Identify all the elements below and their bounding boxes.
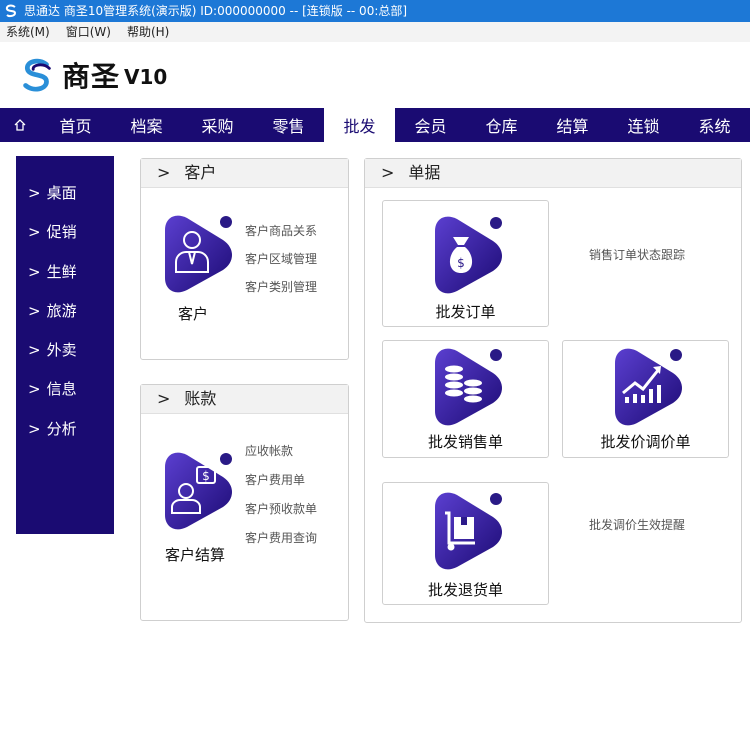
customer-expense-link[interactable]: 客户费用单	[245, 471, 305, 488]
panel-title: 账款	[184, 389, 217, 408]
menu-system[interactable]: 系统(M)	[6, 22, 50, 42]
panel-title: 客户	[184, 163, 217, 182]
sidebar-item-label: 分析	[46, 419, 77, 438]
tab-home[interactable]: 首页	[40, 108, 111, 142]
wholesale-sales-card[interactable]: 批发销售单	[382, 340, 549, 458]
main-nav: 首页 档案 采购 零售 批发 会员 仓库 结算 连锁 系统	[0, 108, 750, 142]
customer-prepayment-link[interactable]: 客户预收款单	[245, 500, 317, 517]
brand-name: 商圣	[62, 60, 121, 93]
tab-system[interactable]: 系统	[679, 108, 750, 142]
sidebar-item-takeout[interactable]: > 外卖	[16, 331, 114, 370]
brand-logo-icon	[23, 58, 51, 92]
brand-version: V10	[124, 65, 168, 89]
window-titlebar: 思通达 商圣10管理系统(演示版) ID:000000000 -- [连锁版 -…	[0, 0, 750, 22]
customer-goods-relation-link[interactable]: 客户商品关系	[245, 222, 317, 239]
customer-settlement-icon[interactable]: $	[159, 451, 237, 531]
customer-settlement-label[interactable]: 客户结算	[155, 544, 235, 565]
window-title: 思通达 商圣10管理系统(演示版) ID:000000000 -- [连锁版 -…	[24, 4, 408, 18]
sidebar-item-travel[interactable]: > 旅游	[16, 292, 114, 331]
customer-icon[interactable]	[159, 214, 237, 294]
chevron-right-icon: >	[28, 341, 41, 360]
money-bag-icon: $	[435, 216, 502, 294]
tab-retail[interactable]: 零售	[253, 108, 324, 142]
chevron-right-icon: >	[28, 262, 41, 281]
chevron-right-icon: >	[157, 163, 171, 182]
tab-warehouse[interactable]: 仓库	[466, 108, 537, 142]
chevron-right-icon: >	[28, 223, 41, 242]
sidebar-item-label: 生鲜	[46, 262, 77, 281]
chevron-right-icon: >	[28, 380, 41, 399]
svg-text:$: $	[457, 256, 465, 270]
account-panel-header: > 账款	[141, 385, 348, 414]
documents-panel: > 单据 $ 批发订单 销售订单状态跟踪 批发销售单 批发价调价单 批发退货单 …	[364, 158, 742, 623]
customer-category-link[interactable]: 客户类别管理	[245, 278, 317, 295]
wholesale-sales-label: 批发销售单	[427, 433, 503, 451]
wholesale-order-card[interactable]: $ 批发订单	[382, 200, 549, 327]
wholesale-price-adjust-card[interactable]: 批发价调价单	[562, 340, 729, 458]
sidebar-item-label: 促销	[46, 223, 77, 242]
price-adjust-effective-note[interactable]: 批发调价生效提醒	[589, 516, 685, 533]
menu-help[interactable]: 帮助(H)	[127, 22, 169, 42]
wholesale-return-card[interactable]: 批发退货单	[382, 482, 549, 605]
trend-chart-icon	[615, 348, 682, 426]
wholesale-price-adjust-label: 批发价调价单	[600, 433, 691, 451]
customer-expense-query-link[interactable]: 客户费用查询	[245, 529, 317, 546]
hand-truck-icon	[435, 492, 502, 570]
menu-window[interactable]: 窗口(W)	[66, 22, 111, 42]
customer-panel-header: > 客户	[141, 159, 348, 188]
chevron-right-icon: >	[28, 419, 41, 438]
order-status-tracking-note[interactable]: 销售订单状态跟踪	[589, 246, 685, 263]
app-logo-icon	[5, 4, 17, 18]
tab-purchase[interactable]: 采购	[182, 108, 253, 142]
sidebar-item-label: 桌面	[46, 184, 77, 202]
customer-icon-label[interactable]: 客户	[159, 303, 227, 324]
chevron-right-icon: >	[157, 389, 171, 408]
tab-archive[interactable]: 档案	[111, 108, 182, 142]
sidebar-item-label: 旅游	[46, 301, 77, 320]
sidebar-item-analysis[interactable]: > 分析	[16, 410, 114, 449]
wholesale-return-label: 批发退货单	[427, 581, 503, 599]
chevron-right-icon: >	[381, 163, 395, 182]
tab-settlement[interactable]: 结算	[537, 108, 608, 142]
sidebar-item-fresh[interactable]: > 生鲜	[16, 253, 114, 292]
chevron-right-icon: >	[28, 184, 41, 202]
wholesale-order-label: 批发订单	[435, 303, 496, 321]
home-icon[interactable]	[0, 108, 40, 142]
brand-header: 商圣 V10	[0, 42, 750, 108]
sidebar: > 桌面 > 促销 > 生鲜 > 旅游 > 外卖 > 信息 > 分析	[16, 156, 114, 534]
sidebar-item-label: 信息	[46, 380, 77, 399]
account-panel: > 账款 $ 客户结算 应收帐款 客户费用单 客户预收款单 客户费用查询	[140, 384, 349, 621]
sidebar-item-promotion[interactable]: > 促销	[16, 213, 114, 252]
customer-panel: > 客户 客户 客户商品关系 客户区域管理 客户类别管理	[140, 158, 349, 360]
customer-region-link[interactable]: 客户区域管理	[245, 250, 317, 267]
tab-wholesale[interactable]: 批发	[324, 108, 395, 142]
tab-chain[interactable]: 连锁	[608, 108, 679, 142]
coin-stack-icon	[435, 348, 502, 426]
menubar: 系统(M) 窗口(W) 帮助(H)	[0, 22, 750, 42]
receivables-link[interactable]: 应收帐款	[245, 442, 293, 459]
chevron-right-icon: >	[28, 301, 41, 320]
documents-panel-header: > 单据	[365, 159, 741, 188]
svg-text:$: $	[202, 469, 210, 483]
sidebar-item-info[interactable]: > 信息	[16, 370, 114, 409]
sidebar-item-label: 外卖	[46, 341, 77, 360]
panel-title: 单据	[408, 163, 441, 182]
tab-member[interactable]: 会员	[395, 108, 466, 142]
sidebar-item-desktop[interactable]: > 桌面	[16, 174, 114, 213]
